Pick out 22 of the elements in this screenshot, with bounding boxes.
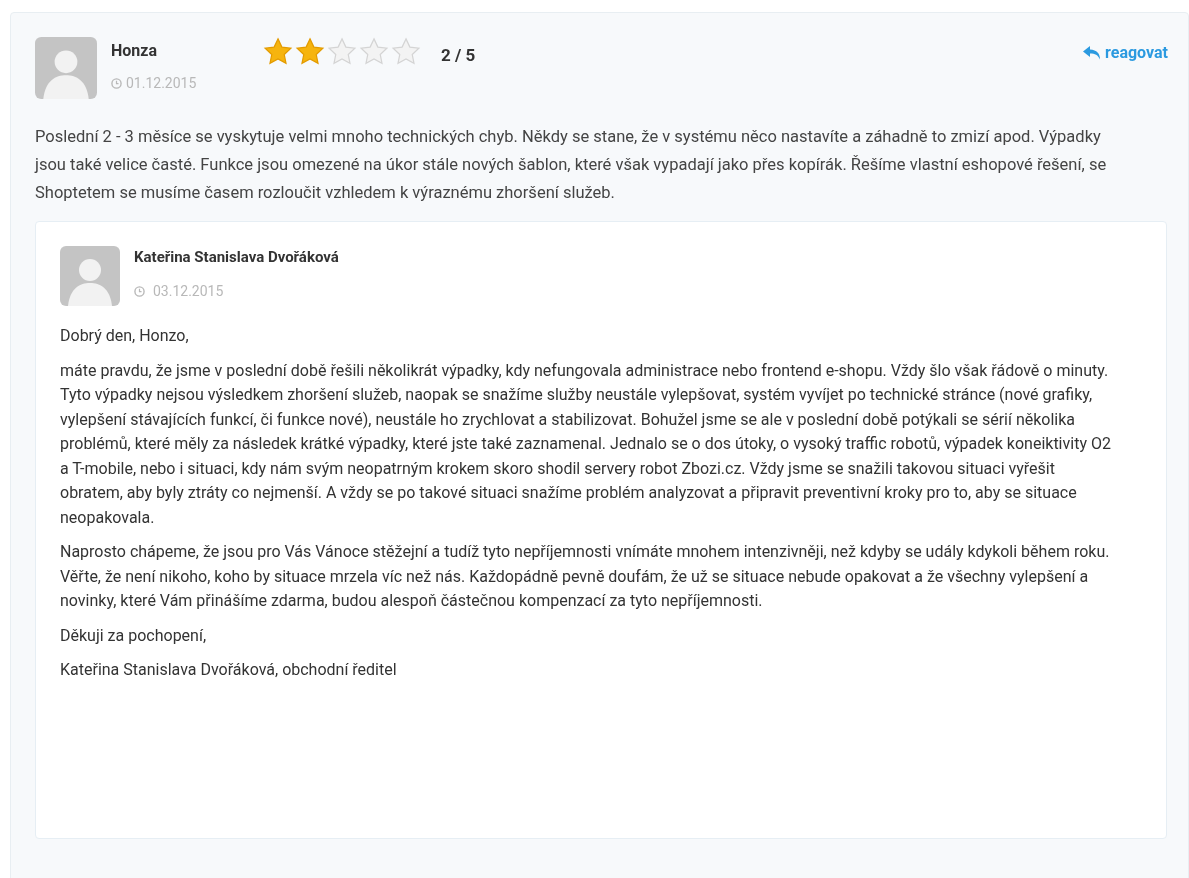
author-name: Honza	[111, 41, 158, 61]
empty-star-icon	[359, 37, 389, 67]
response-paragraph: Děkuji za pochopení,	[60, 624, 208, 647]
response-paragraph: Naprosto chápeme, že jsou pro Vás Vánoce stěžejní a tudíž tyto nepříjemnosti vnímáte mnohem intenzivněji, než kdyby se udály kdykoli během roku. Věřte, že není nikoho, koho by situace mrzela víc než nás. Každopádně pevně doufám, že už se situace nebude opakovat a že všechny vylepšení a novinky, které Vám přinášíme zdarma, budou alespoň částečnou kompenzací za tyto nepříjemnosti.	[60, 541, 1111, 612]
response-paragraph: máte pravdu, že jsme v poslední době řešili několikrát výpadky, kdy nefungovala administrace nebo frontend e-shopu. Vždy šlo však řádově o minuty. Tyto výpadky nejsou výsledkem zhoršení služeb, naopak se snažíme služby neustále vylepšovat, systém vyvíjet po technické stránce (nové grafiky, vylepšení stávajících funkcí, či funkce nové), neustále ho zrychlovat a stabilizovat. Bohužel jsme se ale v poslední době potýkali se sérií několika problémů, které měly za následek krátké výpadky, které jste také zaznamenal. Jednalo se o dos útoky, o vysoký traffic robotů, výpadek koneiktivity O2 a T-mobile, nebo i situaci, kdy nám svým neopatrným krokem skoro shodil servery robot Zbozi.cz. Vždy jsme se snažili takovou situaci vyřešit obratem, aby byly ztráty co nejmenší. A vždy se po takové situaci snažíme problém analyzovat a připravit preventivní kroky pro to, aby se situace neopakovala.	[60, 359, 1112, 529]
avatar-icon	[60, 246, 120, 306]
response-date: 03.12.2015	[153, 281, 224, 301]
response-paragraph: Dobrý den, Honzo,	[60, 325, 190, 347]
reply-link[interactable]: reagovat	[1083, 41, 1168, 65]
rating-value: 2 / 5	[441, 44, 476, 67]
reply-icon	[1083, 46, 1102, 60]
review-date: 01.12.2015	[126, 74, 197, 93]
author-name: Kateřina Stanislava Dvořáková	[134, 247, 339, 268]
filled-star-icon	[263, 37, 293, 67]
review-text: Poslední 2 - 3 měsíce se vyskytuje velmi mnoho technických chyb. Někdy se stane, že v systému něco nastavíte a záhadně to zmizí apod. Výpadky jsou také velice časté. Funkce jsou omezené na úkor stále nových šablon, které však vypadají jako přes kopírák. Řešíme vlastní eshopové řešení, se Shoptetem se musíme časem rozloučit vzhledem k výraznému zhoršení služeb.	[35, 126, 1108, 204]
filled-star-icon	[295, 37, 325, 67]
avatar-icon	[35, 37, 97, 99]
clock-icon	[134, 285, 145, 297]
response-paragraph: Kateřina Stanislava Dvořáková, obchodní ředitel	[60, 659, 398, 681]
empty-star-icon	[327, 37, 357, 67]
clock-icon	[111, 78, 122, 89]
empty-star-icon	[391, 37, 421, 67]
